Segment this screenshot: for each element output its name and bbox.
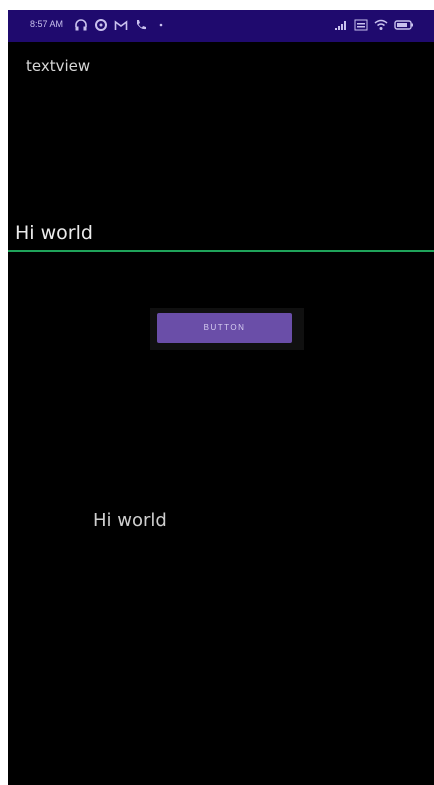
status-time: 8:57 AM <box>30 19 64 29</box>
battery-icon <box>394 18 414 32</box>
status-bar: 8:57 AM <box>8 10 434 42</box>
wifi-icon <box>374 18 388 32</box>
button-container: BUTTON <box>150 308 304 350</box>
status-icons-right <box>334 17 414 33</box>
edit-text-field[interactable]: Hi world <box>8 218 434 252</box>
top-textview: textview <box>26 57 91 75</box>
phone-icon <box>134 18 148 32</box>
volte-icon <box>354 18 368 32</box>
status-icons-left <box>74 17 168 33</box>
headphones-icon <box>74 18 88 32</box>
sync-icon <box>94 18 108 32</box>
edit-text-value[interactable]: Hi world <box>15 222 93 244</box>
gmail-icon <box>114 18 128 32</box>
bottom-textview: Hi world <box>93 510 167 531</box>
main-button[interactable]: BUTTON <box>157 313 292 343</box>
phone-screen: 8:57 AM textview Hi world BUTTON Hi worl… <box>8 10 434 785</box>
dot-icon <box>154 18 168 32</box>
signal-icon <box>334 18 348 32</box>
